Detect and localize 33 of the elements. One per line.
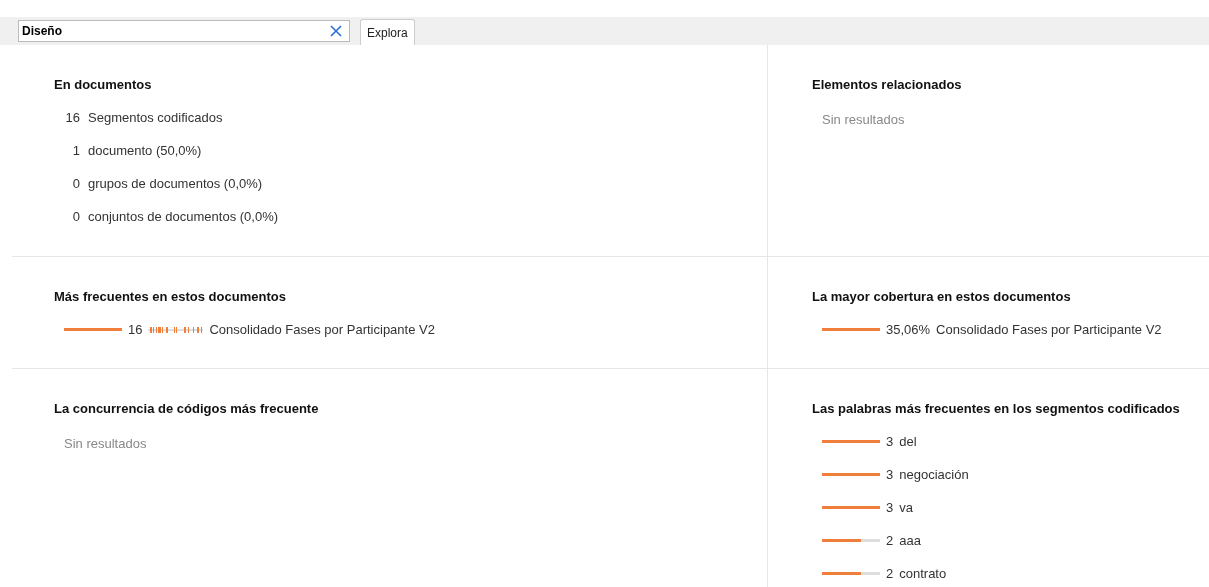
section-title: En documentos	[54, 77, 153, 92]
search-field[interactable]: Diseño	[18, 20, 350, 42]
section-title: Elementos relacionados	[812, 77, 963, 92]
section-title: Las palabras más frecuentes en los segmentos codificados	[812, 401, 1181, 416]
section-title: Más frecuentes en estos documentos	[54, 289, 287, 304]
count: 16	[64, 110, 80, 125]
empty-message: Sin resultados	[822, 112, 905, 127]
item-label: contrato	[899, 566, 947, 581]
section-title: La concurrencia de códigos más frecuente	[54, 401, 320, 416]
item-label: negociación	[899, 467, 969, 482]
bar-value: 3	[886, 500, 894, 515]
count: 0	[71, 176, 80, 191]
item-label: aaa	[899, 533, 921, 548]
item-label: Consolidado Fases por Participante V2	[936, 322, 1162, 337]
close-icon[interactable]	[330, 25, 342, 37]
section-title: La mayor cobertura en estos documentos	[812, 289, 1072, 304]
item-label: del	[899, 434, 917, 449]
stat-label: grupos de documentos (0,0%)	[88, 176, 263, 191]
bar-value: 3	[886, 434, 894, 449]
count: 0	[71, 209, 80, 224]
bar-value: 3	[886, 467, 894, 482]
item-label: Consolidado Fases por Participante V2	[209, 322, 435, 337]
explore-button[interactable]: Explora	[360, 19, 415, 45]
bar-value: 2	[886, 533, 894, 548]
count: 1	[71, 143, 80, 158]
bar-value: 2	[886, 566, 894, 581]
item-label: va	[899, 500, 913, 515]
stat-label: conjuntos de documentos (0,0%)	[88, 209, 279, 224]
empty-message: Sin resultados	[64, 436, 147, 451]
bar-value: 16	[128, 322, 143, 337]
stat-label: Segmentos codificados	[88, 110, 223, 125]
bar-value: 35,06%	[886, 322, 931, 337]
stat-label: documento (50,0%)	[88, 143, 202, 158]
